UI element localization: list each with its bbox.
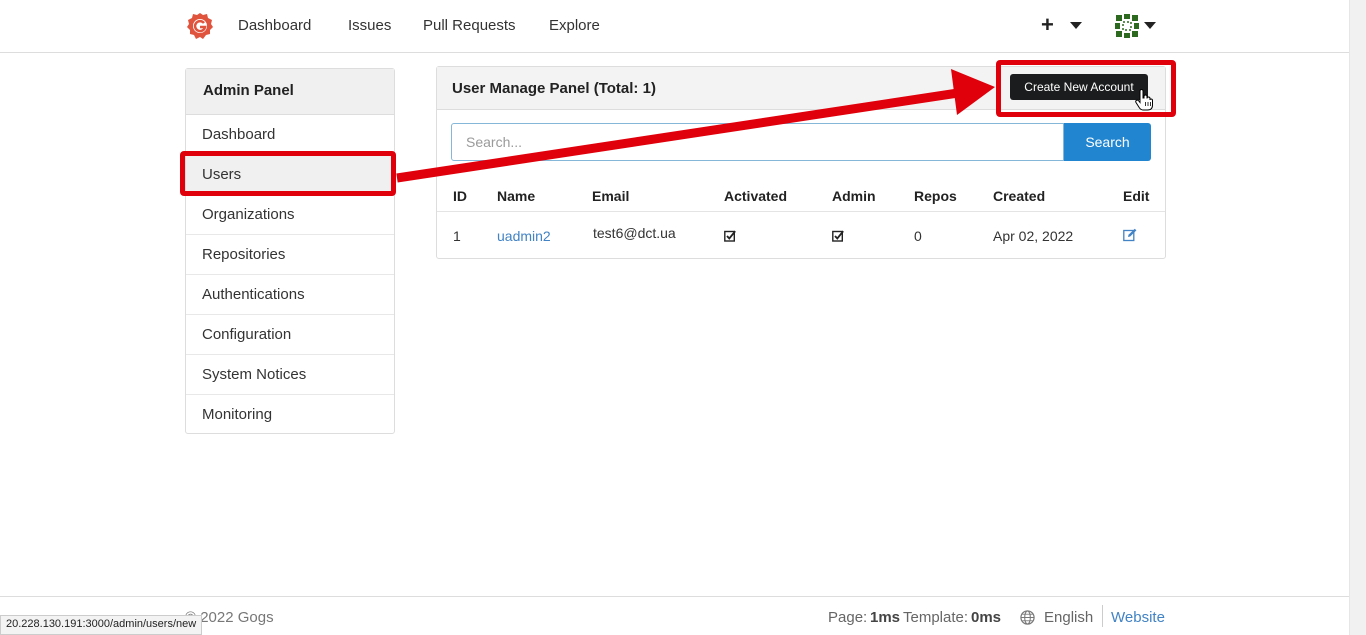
column-header-name[interactable]: Name: [497, 188, 535, 204]
nav-explore-link[interactable]: Explore: [549, 17, 600, 34]
create-menu-chevron-down-icon[interactable]: [1070, 22, 1082, 29]
nav-pull-requests-link[interactable]: Pull Requests: [423, 17, 516, 34]
user-repos: 0: [914, 228, 922, 244]
column-header-admin[interactable]: Admin: [832, 188, 876, 204]
sidebar-item-configuration[interactable]: Configuration: [186, 315, 394, 355]
page-footer: © 2022 Gogs Page: 1ms Template: 0ms Engl…: [0, 596, 1349, 635]
user-email: test6@dct.ua: [593, 225, 676, 241]
search-button[interactable]: Search: [1064, 123, 1151, 161]
sidebar-item-monitoring[interactable]: Monitoring: [186, 395, 394, 435]
footer-divider: [1102, 605, 1103, 627]
panel-header: User Manage Panel (Total: 1) Create New …: [437, 67, 1165, 111]
sidebar-item-organizations[interactable]: Organizations: [186, 195, 394, 235]
footer-page-label: Page:: [828, 609, 868, 626]
browser-status-url: 20.228.130.191:3000/admin/users/new: [0, 615, 203, 635]
panel-title: User Manage Panel (Total: 1): [452, 80, 656, 97]
admin-check-icon: [832, 229, 844, 245]
user-manage-panel: User Manage Panel (Total: 1) Create New …: [436, 66, 1166, 259]
table-row: 1 uadmin2 test6@dct.ua 0 Apr 02, 2022: [437, 212, 1165, 258]
sidebar-item-users[interactable]: Users: [186, 155, 394, 195]
admin-sidebar: Admin Panel Dashboard Users Organization…: [185, 68, 395, 434]
column-header-created[interactable]: Created: [993, 188, 1045, 204]
nav-dashboard-link[interactable]: Dashboard: [238, 17, 311, 34]
user-id: 1: [453, 228, 461, 244]
globe-icon: [1020, 610, 1035, 625]
top-navbar: Dashboard Issues Pull Requests Explore +: [0, 0, 1349, 53]
user-menu-chevron-down-icon[interactable]: [1144, 22, 1156, 29]
create-new-account-button[interactable]: Create New Account: [1010, 74, 1148, 100]
user-name-link[interactable]: uadmin2: [497, 228, 551, 244]
sidebar-title: Admin Panel: [186, 69, 394, 115]
column-header-edit: Edit: [1123, 188, 1150, 204]
page-scrollbar[interactable]: [1349, 0, 1366, 635]
sidebar-item-system-notices[interactable]: System Notices: [186, 355, 394, 395]
footer-page-time: 1ms: [870, 609, 901, 626]
column-header-id[interactable]: ID: [453, 188, 467, 204]
user-avatar[interactable]: [1114, 13, 1140, 39]
column-header-repos[interactable]: Repos: [914, 188, 957, 204]
website-link[interactable]: Website: [1111, 609, 1165, 626]
column-header-activated[interactable]: Activated: [724, 188, 787, 204]
search-input[interactable]: [451, 123, 1064, 161]
hand-pointer-cursor-icon: [1135, 89, 1153, 111]
table-header-row: ID Name Email Activated Admin Repos Crea…: [437, 177, 1165, 212]
sidebar-item-repositories[interactable]: Repositories: [186, 235, 394, 275]
gogs-logo-icon[interactable]: [186, 12, 214, 40]
nav-issues-link[interactable]: Issues: [348, 17, 391, 34]
activated-check-icon: [724, 229, 736, 245]
sidebar-item-dashboard[interactable]: Dashboard: [186, 115, 394, 155]
footer-template-time: 0ms: [971, 609, 1002, 626]
edit-icon[interactable]: [1123, 228, 1137, 245]
users-table: ID Name Email Activated Admin Repos Crea…: [437, 177, 1165, 258]
language-selector[interactable]: English: [1044, 609, 1093, 626]
search-row: Search: [451, 123, 1151, 161]
footer-template-label: Template:: [903, 609, 969, 626]
user-created: Apr 02, 2022: [993, 228, 1074, 244]
column-header-email[interactable]: Email: [592, 188, 629, 204]
plus-icon[interactable]: +: [1041, 12, 1054, 38]
sidebar-item-authentications[interactable]: Authentications: [186, 275, 394, 315]
